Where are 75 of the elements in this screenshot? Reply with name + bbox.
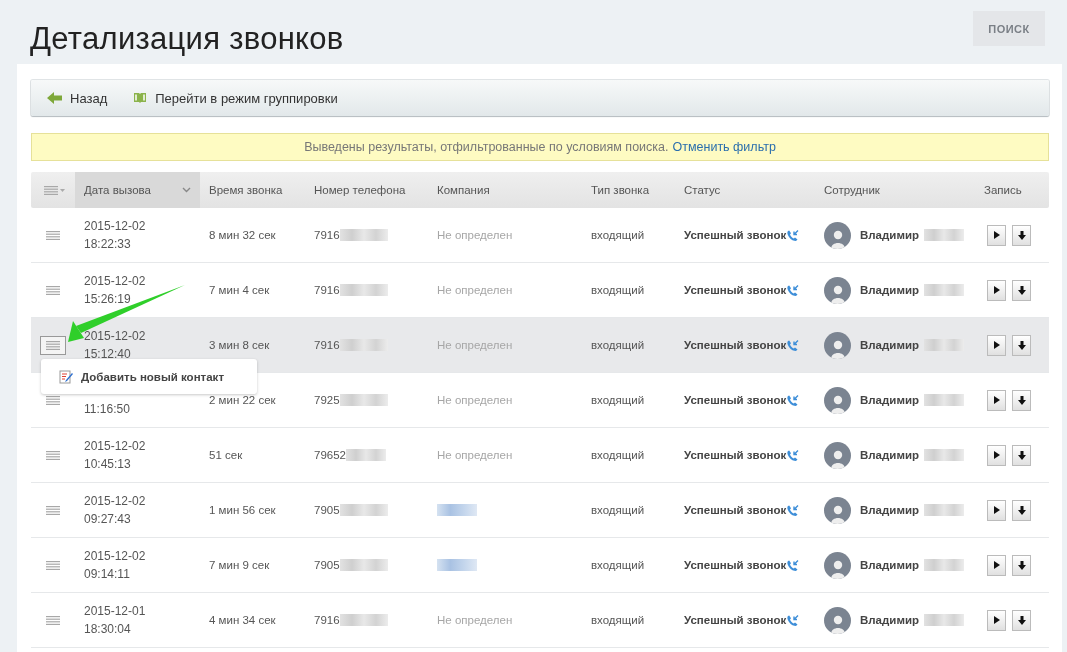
- call-duration: 7 мин 9 сек: [209, 559, 270, 571]
- phone-number: 7905: [314, 559, 340, 571]
- call-duration: 1 мин 56 сек: [209, 504, 276, 516]
- call-duration: 2 мин 22 сек: [209, 394, 276, 406]
- call-duration: 4 мин 34 сек: [209, 614, 276, 626]
- company-name: Не определен: [437, 284, 513, 296]
- call-duration: 3 мин 8 сек: [209, 339, 270, 351]
- call-date: 2015-12-02: [84, 438, 147, 455]
- company-name: Не определен: [437, 229, 513, 241]
- phone-number: 7916: [314, 284, 340, 296]
- call-type: входящий: [591, 284, 645, 296]
- call-date: 2015-12-02: [84, 548, 147, 565]
- phone-number: 7916: [314, 339, 340, 351]
- call-type: входящий: [591, 614, 645, 626]
- phone-number: 7905: [314, 504, 340, 516]
- employee-name: Владимир: [860, 559, 919, 571]
- call-date: 2015-12-02: [84, 273, 147, 290]
- call-status: Успешный звонок: [684, 614, 787, 626]
- call-duration: 51 сек: [209, 449, 243, 461]
- call-time: 09:14:11: [84, 566, 131, 583]
- call-time: 11:16:50: [84, 401, 131, 418]
- notice-text: Выведены результаты, отфильтрованные по условиям поиска.: [304, 140, 669, 154]
- table-row[interactable]: 2015-12-02 15:12:40 3 мин 8 сек 7916 Не определен входящий Успешный звонок Владимир: [31, 318, 1049, 373]
- employee-name: Владимир: [860, 449, 919, 461]
- call-status: Успешный звонок: [684, 504, 787, 516]
- cancel-filter-link[interactable]: Отменить фильтр: [672, 140, 776, 154]
- call-status: Успешный звонок: [684, 229, 787, 241]
- call-duration: 8 мин 32 сек: [209, 229, 276, 241]
- phone-number: 7925: [314, 394, 340, 406]
- call-date: 2015-12-02: [84, 328, 147, 345]
- call-time: 09:27:43: [84, 511, 132, 528]
- call-type: входящий: [591, 449, 645, 461]
- call-time: 15:26:19: [84, 291, 132, 308]
- call-date: 2015-12-01: [84, 603, 147, 620]
- employee-name: Владимир: [860, 504, 919, 516]
- call-time: 18:22:33: [84, 236, 132, 253]
- call-time: 18:30:04: [84, 621, 132, 638]
- call-duration: 7 мин 4 сек: [209, 284, 270, 296]
- toolbar-button[interactable]: Перейти в режим группировки: [133, 90, 338, 106]
- column-header[interactable]: Время звонка: [200, 172, 305, 208]
- call-type: входящий: [591, 229, 645, 241]
- company-name: Не определен: [437, 449, 513, 461]
- column-header[interactable]: Компания: [428, 172, 582, 208]
- employee-name: Владимир: [860, 339, 919, 351]
- call-time: 15:12:40: [84, 346, 132, 363]
- phone-number: 79652: [314, 449, 346, 461]
- company-name: Не определен: [437, 394, 513, 406]
- column-header[interactable]: Дата вызова: [75, 172, 200, 208]
- employee-name: Владимир: [860, 229, 919, 241]
- page-title: Детализация звонков: [30, 22, 344, 56]
- call-date: 2015-12-02: [84, 218, 147, 235]
- call-status: Успешный звонок: [684, 339, 787, 351]
- phone-number: 7916: [314, 229, 340, 241]
- call-status: Успешный звонок: [684, 394, 787, 406]
- employee-name: Владимир: [860, 284, 919, 296]
- column-header[interactable]: Тип звонка: [582, 172, 675, 208]
- call-status: Успешный звонок: [684, 284, 787, 296]
- call-status: Успешный звонок: [684, 449, 787, 461]
- call-time: 10:45:13: [84, 456, 132, 473]
- call-status: Успешный звонок: [684, 559, 787, 571]
- employee-name: Владимир: [860, 614, 919, 626]
- call-type: входящий: [591, 339, 645, 351]
- phone-number: 7916: [314, 614, 340, 626]
- toolbar-button[interactable]: Назад: [47, 90, 108, 106]
- call-type: входящий: [591, 394, 645, 406]
- column-header[interactable]: Сотрудник: [815, 172, 975, 208]
- column-header[interactable]: Номер телефона: [305, 172, 428, 208]
- company-name: Не определен: [437, 339, 513, 351]
- column-header[interactable]: Запись: [975, 172, 1049, 208]
- call-date: 2015-12-02: [84, 493, 147, 510]
- column-header[interactable]: Статус: [675, 172, 815, 208]
- company-name: Не определен: [437, 614, 513, 626]
- employee-name: Владимир: [860, 394, 919, 406]
- call-type: входящий: [591, 504, 645, 516]
- call-type: входящий: [591, 559, 645, 571]
